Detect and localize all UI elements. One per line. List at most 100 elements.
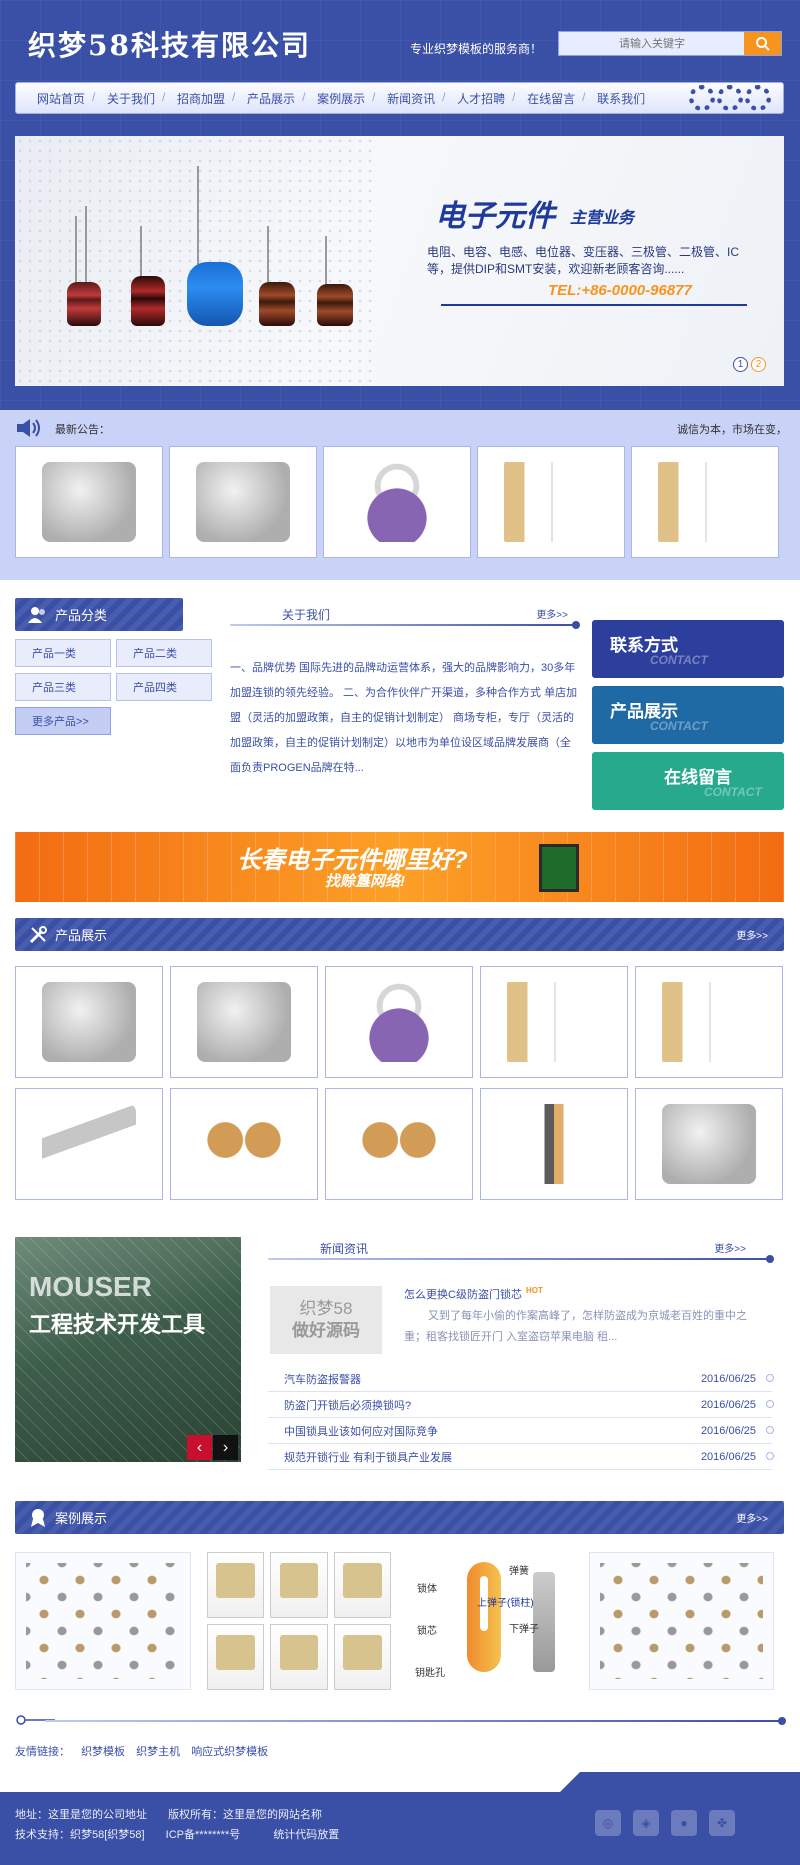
product-thumb[interactable] [170, 1088, 318, 1200]
news-more-link[interactable]: 更多>> [714, 1240, 746, 1255]
search-input[interactable] [559, 32, 745, 55]
product-thumb[interactable] [323, 446, 471, 558]
nav-cases[interactable]: 案例展示 [302, 90, 376, 107]
case-image[interactable] [15, 1552, 191, 1690]
divider [230, 624, 578, 626]
hero-banner[interactable]: 电子元件 主营业务 电阻、电容、电感、电位器、变压器、三极管、二极管、IC等，提… [15, 136, 784, 386]
search-button[interactable] [744, 32, 781, 55]
news-item[interactable]: 防盗门开锁后必须换锁吗? 2016/06/25 [268, 1392, 774, 1418]
more-products-button[interactable]: 更多产品>> [15, 707, 111, 735]
featured-news-image: 织梦58 做好源码 [270, 1286, 382, 1354]
feature-img-line2: 做好源码 [292, 1321, 360, 1340]
qq-icon[interactable]: ● [671, 1810, 697, 1836]
search-icon [755, 36, 770, 51]
category-item[interactable]: 产品三类 [15, 673, 111, 701]
top-product-strip [15, 446, 779, 558]
gear-icon [689, 85, 715, 111]
product-thumb[interactable] [477, 446, 625, 558]
product-thumb[interactable] [480, 966, 628, 1078]
bullet-icon [766, 1374, 774, 1382]
product-thumb[interactable] [635, 1088, 783, 1200]
cases-more-link[interactable]: 更多>> [736, 1510, 768, 1525]
products-cta[interactable]: 产品展示 CONTACT [592, 686, 784, 744]
case-image[interactable] [589, 1552, 774, 1690]
news-item-title: 中国锁具业该如何应对国际竞争 [284, 1425, 438, 1438]
slogan: 专业织梦模板的服务商！ [410, 42, 543, 56]
product-thumb[interactable] [635, 966, 783, 1078]
contact-cta[interactable]: 联系方式 CONTACT [592, 620, 784, 678]
paw-icon[interactable]: ✤ [709, 1810, 735, 1836]
product-thumb[interactable] [325, 966, 473, 1078]
news-item[interactable]: 汽车防盗报警器 2016/06/25 [268, 1366, 774, 1392]
tools-icon [27, 925, 49, 944]
about-title: 关于我们 [282, 608, 331, 622]
case-image[interactable]: 锁体 弹簧 上弹子(锁柱) 锁芯 下弹子 钥匙孔 [407, 1552, 575, 1690]
nav-about[interactable]: 关于我们 [92, 90, 166, 107]
banner-title: 电子元件 [435, 200, 555, 233]
divider-dot [778, 1717, 786, 1725]
inductor-pin [325, 236, 327, 286]
friend-links-label: 友情链接： [15, 1746, 70, 1758]
category-item[interactable]: 产品二类 [116, 639, 212, 667]
banner-pagination: 1 2 [733, 357, 766, 372]
category-item[interactable]: 产品四类 [116, 673, 212, 701]
banner-text: 电阻、电容、电感、电位器、变压器、三极管、二极管、IC等，提供DIP和SMT安装… [427, 245, 740, 276]
news-item[interactable]: 中国锁具业该如何应对国际竞争 2016/06/25 [268, 1418, 774, 1444]
product-thumb[interactable] [15, 446, 163, 558]
diagram-label: 锁芯 [417, 1626, 437, 1637]
product-thumb[interactable] [631, 446, 779, 558]
footer-support[interactable]: 技术支持：织梦58[织梦58] [15, 1829, 145, 1841]
friend-link[interactable]: 织梦主机 [136, 1746, 180, 1758]
product-thumb[interactable] [169, 446, 317, 558]
product-thumb[interactable] [170, 966, 318, 1078]
diagram-label: 钥匙孔 [415, 1668, 445, 1679]
nav-jobs[interactable]: 人才招聘 [442, 90, 516, 107]
chip-icon [539, 844, 579, 892]
social-icons: ◎ ◈ ● ✤ [595, 1810, 735, 1836]
prev-arrow-icon[interactable]: ‹ [187, 1435, 212, 1460]
nav-home[interactable]: 网站首页 [26, 90, 96, 107]
users-icon [27, 606, 49, 624]
ad-banner[interactable]: 长春电子元件哪里好? 找赊簋网络! [15, 832, 784, 902]
news-item[interactable]: 规范开锁行业 有利于锁具产业发展 2016/06/25 [268, 1444, 774, 1470]
cases-title: 案例展示 [55, 1511, 108, 1526]
featured-news[interactable]: 织梦58 做好源码 怎么更换C级防盗门锁芯 HOT 又到了每年小偷的作案高峰了，怎… [268, 1280, 772, 1362]
lock-thumb [207, 1552, 265, 1618]
banner-chip-pattern [15, 136, 375, 386]
product-thumb[interactable] [325, 1088, 473, 1200]
nav-contact[interactable]: 联系我们 [582, 90, 656, 107]
about-more-link[interactable]: 更多>> [536, 606, 568, 621]
news-slideshow[interactable]: MOUSER 工程技术开发工具 ‹ › [15, 1237, 241, 1462]
featured-news-title[interactable]: 怎么更换C级防盗门锁芯 HOT [404, 1286, 543, 1302]
site-logo[interactable]: 织梦58科技有限公司 [28, 24, 311, 64]
footer-line-2: 技术支持：织梦58[织梦58] ICP备********号 统计代码放置 [15, 1826, 339, 1842]
message-cta[interactable]: 在线留言 CONTACT [592, 752, 784, 810]
cta-en: CONTACT [650, 653, 708, 667]
footer-icp[interactable]: ICP备********号 [166, 1829, 241, 1841]
products-more-link[interactable]: 更多>> [736, 927, 768, 942]
weixin-icon[interactable]: ◈ [633, 1810, 659, 1836]
banner-dot[interactable]: 1 [733, 357, 748, 372]
friend-links: 友情链接： 织梦模板 织梦主机 响应式织梦模板 [15, 1743, 268, 1759]
nav-products[interactable]: 产品展示 [232, 90, 306, 107]
banner-dot-active[interactable]: 2 [751, 357, 766, 372]
friend-link[interactable]: 织梦模板 [81, 1746, 125, 1758]
nav-franchise[interactable]: 招商加盟 [162, 90, 236, 107]
notice-marquee[interactable]: 诚信为本，市场在变，诚 [677, 421, 785, 437]
nav-message[interactable]: 在线留言 [512, 90, 586, 107]
lock-cylinder-diagram [467, 1562, 501, 1672]
case-image[interactable] [205, 1552, 393, 1690]
product-thumb[interactable] [15, 1088, 163, 1200]
friend-link[interactable]: 响应式织梦模板 [191, 1746, 268, 1758]
next-arrow-icon[interactable]: › [213, 1435, 238, 1460]
banner-line [441, 304, 747, 306]
bullet-icon [766, 1400, 774, 1408]
category-item[interactable]: 产品一类 [15, 639, 111, 667]
weibo-icon[interactable]: ◎ [595, 1810, 621, 1836]
product-thumb[interactable] [480, 1088, 628, 1200]
nav-news[interactable]: 新闻资讯 [372, 90, 446, 107]
footer-stats: 统计代码放置 [273, 1829, 340, 1841]
product-thumb[interactable] [15, 966, 163, 1078]
gears-decoration [689, 85, 771, 111]
diagram-label: 下弹子 [509, 1624, 539, 1635]
